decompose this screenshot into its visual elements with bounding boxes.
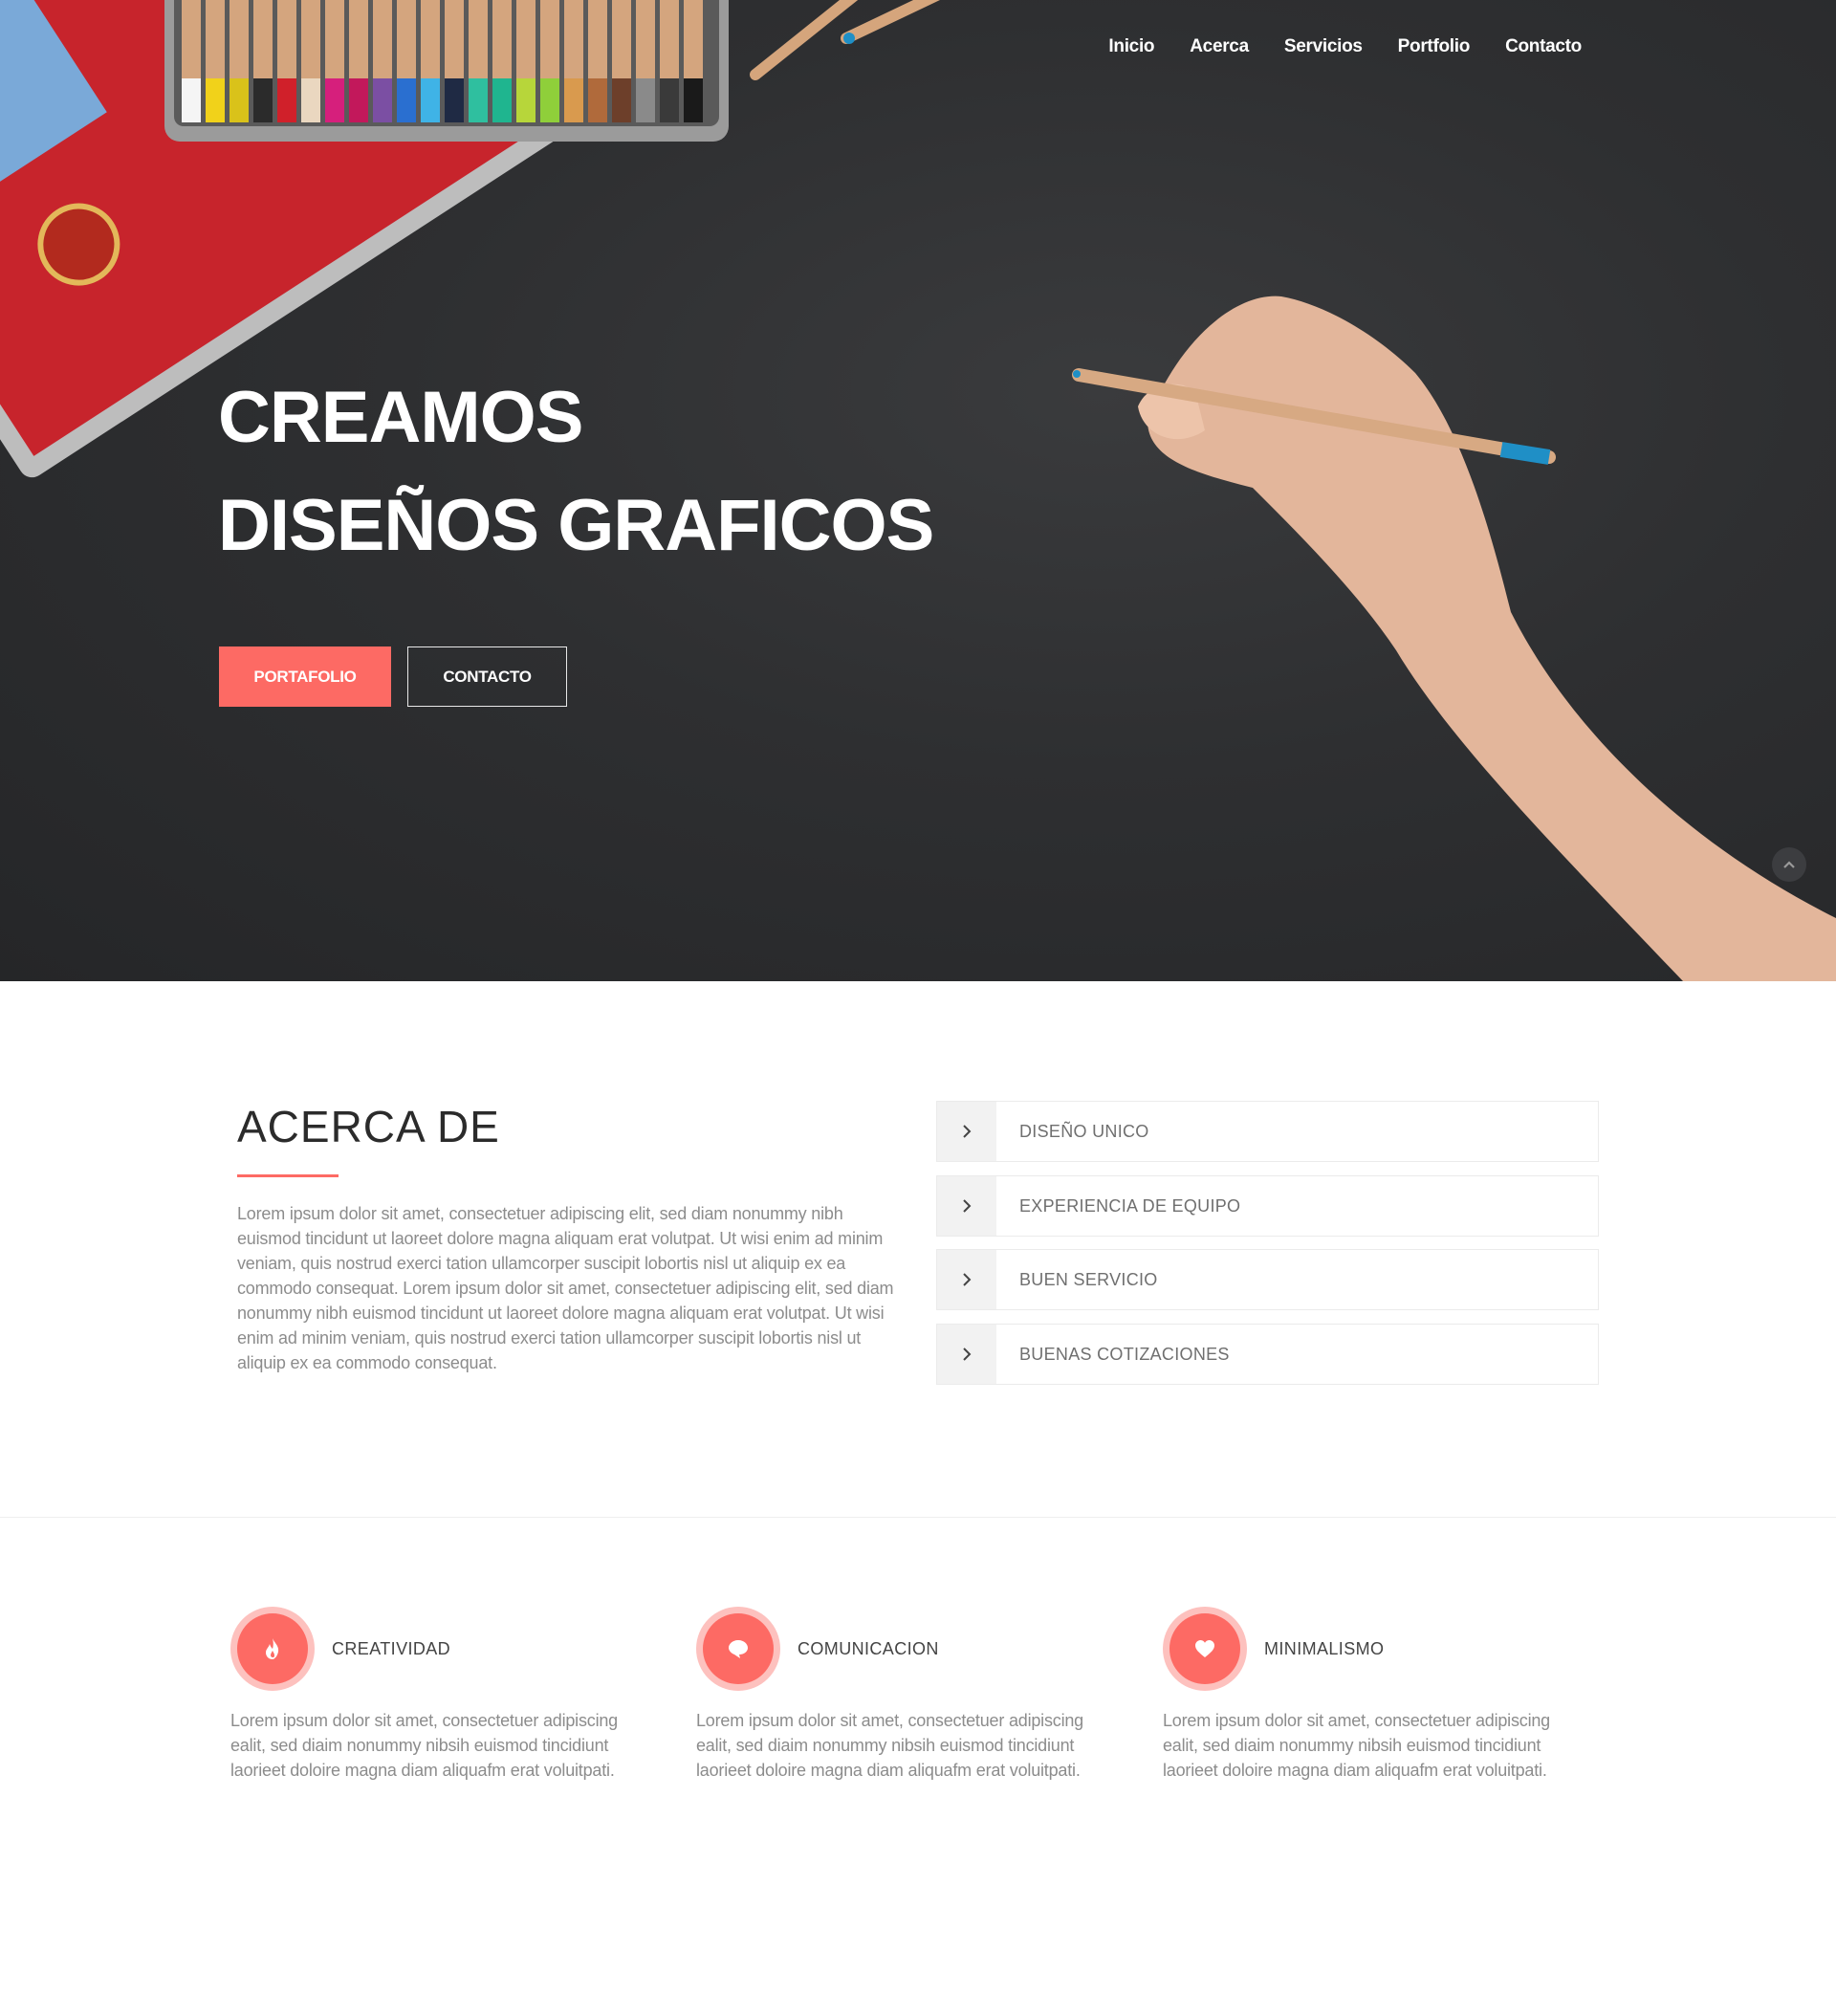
about-text: Lorem ipsum dolor sit amet, consectetuer… bbox=[237, 1204, 894, 1372]
nav-contacto[interactable]: Contacto bbox=[1505, 33, 1582, 61]
hero-title-line1: CREAMOS bbox=[218, 377, 583, 458]
chevron-right-icon bbox=[937, 1176, 996, 1236]
feature-title: MINIMALISMO bbox=[1264, 1639, 1385, 1658]
feature-icon-circle bbox=[230, 1607, 315, 1691]
fire-icon bbox=[266, 1638, 279, 1659]
hand-with-pencil-image bbox=[1072, 296, 1836, 981]
hero-section: Inicio Acerca Servicios Portfolio Contac… bbox=[0, 0, 1836, 981]
contacto-button[interactable]: CONTACTO bbox=[407, 646, 567, 707]
hero-title: CREAMOS DISEÑOS GRAFICOS bbox=[218, 363, 934, 580]
accordion-item-experiencia-de-equipo[interactable]: EXPERIENCIA DE EQUIPO bbox=[936, 1175, 1599, 1237]
feature-text: Lorem ipsum dolor sit amet, consectetuer… bbox=[1163, 1711, 1550, 1780]
about-title: ACERCA DE bbox=[237, 1102, 500, 1151]
hero-title-line2: DISEÑOS GRAFICOS bbox=[218, 485, 934, 566]
portafolio-button[interactable]: PORTAFOLIO bbox=[219, 646, 391, 707]
chevron-right-icon bbox=[937, 1102, 996, 1161]
accordion-label: EXPERIENCIA DE EQUIPO bbox=[1019, 1195, 1241, 1216]
nav-servicios[interactable]: Servicios bbox=[1284, 33, 1363, 61]
nav-acerca[interactable]: Acerca bbox=[1190, 33, 1249, 61]
section-divider bbox=[0, 1517, 1836, 1518]
chevron-right-icon bbox=[937, 1325, 996, 1384]
accordion-label: BUENAS COTIZACIONES bbox=[1019, 1344, 1230, 1364]
accordion-item-buenas-cotizaciones[interactable]: BUENAS COTIZACIONES bbox=[936, 1324, 1599, 1385]
about-title-underline bbox=[237, 1174, 339, 1177]
feature-title: COMUNICACION bbox=[798, 1639, 939, 1658]
chevron-right-icon bbox=[937, 1250, 996, 1309]
main-nav: Inicio Acerca Servicios Portfolio Contac… bbox=[1073, 33, 1582, 61]
heart-icon bbox=[1195, 1640, 1214, 1657]
accordion-item-diseno-unico[interactable]: DISEÑO UNICO bbox=[936, 1101, 1599, 1162]
feature-text: Lorem ipsum dolor sit amet, consectetuer… bbox=[230, 1711, 618, 1780]
feature-text: Lorem ipsum dolor sit amet, consectetuer… bbox=[696, 1711, 1083, 1780]
nav-inicio[interactable]: Inicio bbox=[1108, 33, 1154, 61]
nav-portfolio[interactable]: Portfolio bbox=[1398, 33, 1471, 61]
scroll-to-top-button[interactable] bbox=[1772, 847, 1806, 882]
accordion-item-buen-servicio[interactable]: BUEN SERVICIO bbox=[936, 1249, 1599, 1310]
chevron-up-icon bbox=[1783, 861, 1795, 868]
accordion-label: DISEÑO UNICO bbox=[1019, 1121, 1149, 1141]
chat-bubble-icon bbox=[729, 1640, 748, 1658]
loose-pencils-image bbox=[750, 0, 940, 80]
feature-title: CREATIVIDAD bbox=[332, 1639, 451, 1658]
accordion-label: BUEN SERVICIO bbox=[1019, 1269, 1158, 1289]
feature-icon-circle bbox=[696, 1607, 780, 1691]
feature-icon-circle bbox=[1163, 1607, 1247, 1691]
